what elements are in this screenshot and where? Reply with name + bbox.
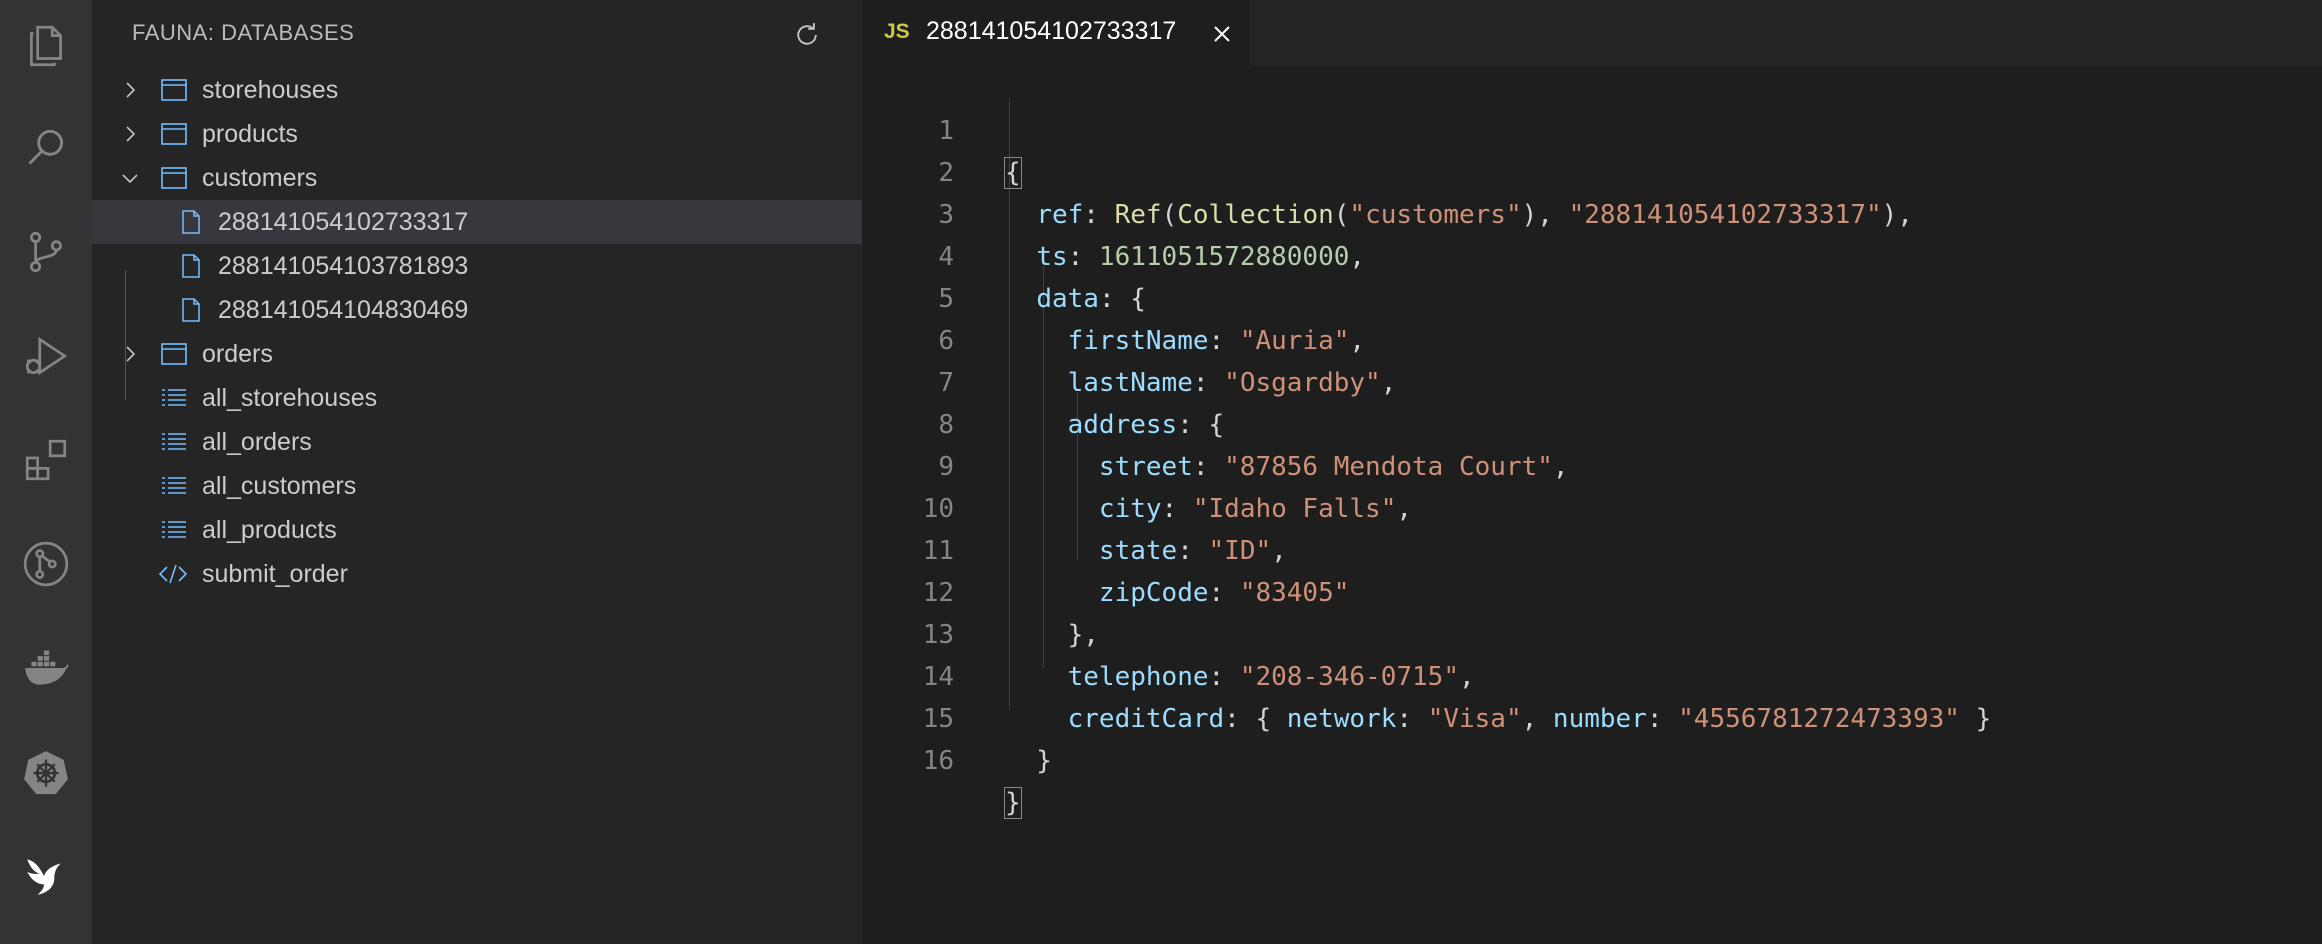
tree-item-products[interactable]: products <box>92 112 862 156</box>
sidebar-title: FAUNA: DATABASES <box>132 20 355 45</box>
sidebar-header: FAUNA: DATABASES <box>92 0 862 66</box>
code-editor[interactable]: 1 { 2 ref: Ref(Collection("customers"), … <box>862 68 2322 819</box>
tree-item-document[interactable]: 288141054102733317 <box>92 200 862 244</box>
tree-item-function[interactable]: submit_order <box>92 552 862 596</box>
tree-item-label: orders <box>202 340 273 368</box>
extensions-icon[interactable] <box>0 414 92 506</box>
files-icon[interactable] <box>0 0 92 92</box>
code-line: 1 { <box>862 68 2322 189</box>
tree-item-label: customers <box>202 164 318 192</box>
close-icon[interactable] <box>1208 20 1236 48</box>
code-line: 16 } <box>862 698 2322 819</box>
tree-item-customers[interactable]: customers <box>92 156 862 200</box>
tab-bar: JS 288141054102733317 <box>862 0 2322 66</box>
function-code-icon <box>158 564 188 584</box>
tree-item-label: 288141054102733317 <box>218 208 469 236</box>
tree-item-label: products <box>202 120 298 148</box>
index-list-icon <box>162 433 186 450</box>
database-tree: storehouses products customers 288141054… <box>92 68 862 596</box>
fauna-icon[interactable] <box>0 830 92 922</box>
collection-icon <box>161 343 187 365</box>
javascript-file-icon: JS <box>884 20 910 43</box>
tree-item-storehouses[interactable]: storehouses <box>92 68 862 112</box>
collection-icon <box>161 79 187 101</box>
tree-item-document[interactable]: 288141054104830469 <box>92 288 862 332</box>
tab-title: 288141054102733317 <box>926 17 1177 45</box>
chevron-right-icon <box>126 126 136 142</box>
code-line: 14 creditCard: { network: "Visa", number… <box>862 614 2322 734</box>
chevron-right-icon <box>126 82 136 98</box>
tree-item-label: 288141054104830469 <box>218 296 469 324</box>
code-line: 9 city: "Idaho Falls", <box>862 404 2322 524</box>
code-line: 6 lastName: "Osgardby", <box>862 278 2322 398</box>
collection-icon <box>161 167 187 189</box>
activity-bar <box>0 0 92 944</box>
code-line: 11 zipCode: "83405" <box>862 488 2322 608</box>
code-line: 8 street: "87856 Mendota Court", <box>862 362 2322 482</box>
code-line: 13 telephone: "208-346-0715", <box>862 572 2322 692</box>
index-list-icon <box>162 389 186 406</box>
editor: JS 288141054102733317 1 { 2 ref: Ref(Col… <box>862 0 2322 944</box>
tree-item-label: all_storehouses <box>202 384 378 412</box>
document-icon <box>182 210 200 234</box>
docker-icon[interactable] <box>0 622 92 714</box>
tree-item-index[interactable]: all_storehouses <box>92 376 862 420</box>
code-line: 15 } <box>862 656 2322 776</box>
tab-document[interactable]: JS 288141054102733317 <box>862 0 1250 66</box>
code-line: 3 ts: 1611051572880000, <box>862 152 2322 272</box>
tree-item-label: 288141054103781893 <box>218 252 469 280</box>
chevron-right-icon <box>126 346 136 362</box>
line-number: 16 <box>922 746 954 776</box>
search-icon[interactable] <box>0 102 92 194</box>
tree-item-label: all_orders <box>202 428 312 456</box>
tree-item-label: submit_order <box>202 560 348 588</box>
refresh-icon <box>797 23 817 45</box>
code-line: 10 state: "ID", <box>862 446 2322 566</box>
run-debug-icon[interactable] <box>0 310 92 402</box>
code-line: 4 data: { <box>862 194 2322 314</box>
document-icon <box>182 298 200 322</box>
collection-icon <box>161 123 187 145</box>
tree-item-index[interactable]: all_products <box>92 508 862 552</box>
tree-item-label: all_customers <box>202 472 357 500</box>
refresh-button[interactable] <box>789 17 825 53</box>
tree-item-document[interactable]: 288141054103781893 <box>92 244 862 288</box>
brace: } <box>1004 787 1022 819</box>
tree-item-label: all_products <box>202 516 337 544</box>
code-line: 5 firstName: "Auria", <box>862 236 2322 356</box>
code-line: 12 }, <box>862 530 2322 650</box>
tree-item-index[interactable]: all_orders <box>92 420 862 464</box>
tree-item-label: storehouses <box>202 76 339 104</box>
index-list-icon <box>162 521 186 538</box>
tree-item-index[interactable]: all_customers <box>92 464 862 508</box>
kubernetes-icon[interactable] <box>0 726 92 818</box>
chevron-down-icon <box>122 174 138 184</box>
code-line: 2 ref: Ref(Collection("customers"), "288… <box>862 110 2322 230</box>
index-list-icon <box>162 477 186 494</box>
source-control-icon[interactable] <box>0 206 92 298</box>
code-line: 7 address: { <box>862 320 2322 440</box>
document-icon <box>182 254 200 278</box>
git-graph-icon[interactable] <box>0 518 92 610</box>
tree-item-orders[interactable]: orders <box>92 332 862 376</box>
sidebar: FAUNA: DATABASES storehouses products cu… <box>92 0 862 944</box>
